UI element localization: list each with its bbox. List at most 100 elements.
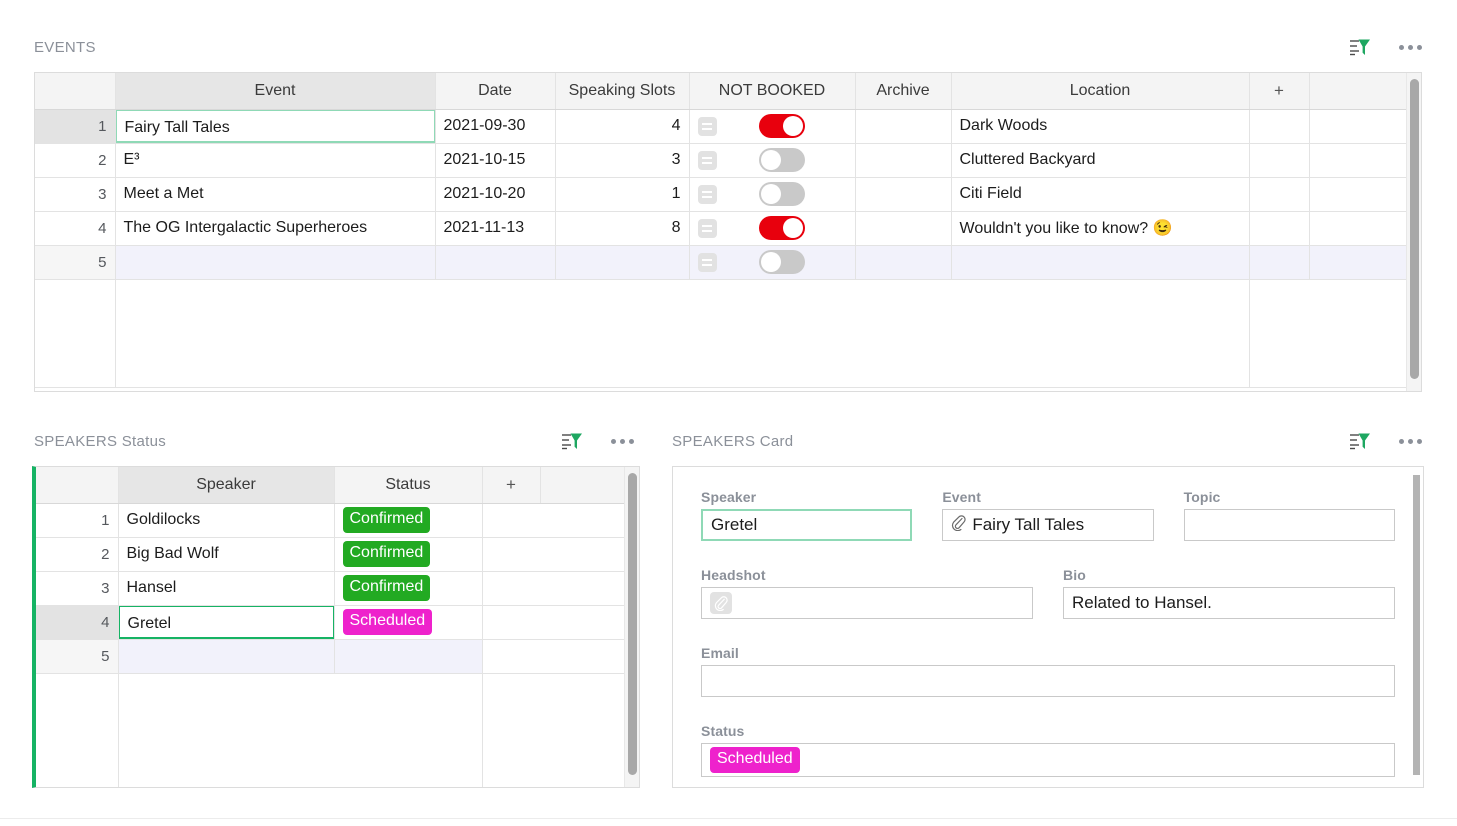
speakers-vertical-scrollbar[interactable]: [624, 467, 639, 787]
events-cell-location[interactable]: Dark Woods: [951, 109, 1249, 143]
speakers-row-number[interactable]: 2: [36, 537, 118, 571]
events-cell-event[interactable]: Meet a Met: [115, 177, 435, 211]
email-input[interactable]: [701, 665, 1395, 697]
table-row[interactable]: 4 Gretel Scheduled: [36, 605, 626, 639]
speakers-row-number[interactable]: 3: [36, 571, 118, 605]
events-cell-date[interactable]: 2021-09-30: [435, 109, 555, 143]
table-row[interactable]: 3 Hansel Confirmed: [36, 571, 626, 605]
events-cell-date[interactable]: [435, 245, 555, 279]
speakers-cell-speaker[interactable]: Goldilocks: [118, 503, 334, 537]
speakers-col-speaker[interactable]: Speaker: [118, 467, 334, 503]
table-row[interactable]: 4 The OG Intergalactic Superheroes 2021-…: [35, 211, 1407, 245]
speakers-cell-status[interactable]: Confirmed: [334, 571, 482, 605]
events-cell-not-booked[interactable]: [689, 245, 855, 279]
events-cell-slots[interactable]: 4: [555, 109, 689, 143]
table-row[interactable]: 3 Meet a Met 2021-10-20 1 Citi Field: [35, 177, 1407, 211]
speakers-cell-speaker-selected[interactable]: Gretel: [118, 605, 334, 639]
table-row[interactable]: 2 Big Bad Wolf Confirmed: [36, 537, 626, 571]
speakers-cell-speaker[interactable]: Big Bad Wolf: [118, 537, 334, 571]
events-cell-archive[interactable]: [855, 109, 951, 143]
events-col-rownum[interactable]: [35, 73, 115, 109]
events-col-not-booked[interactable]: NOT BOOKED: [689, 73, 855, 109]
events-cell-archive[interactable]: [855, 177, 951, 211]
events-cell-not-booked[interactable]: [689, 143, 855, 177]
speakers-row-number[interactable]: 4: [36, 605, 118, 639]
not-booked-toggle[interactable]: [759, 216, 805, 240]
events-cell-event[interactable]: E³: [115, 143, 435, 177]
events-cell-location[interactable]: Cluttered Backyard: [951, 143, 1249, 177]
speakers-cell-status[interactable]: Scheduled: [334, 605, 482, 639]
events-cell-location[interactable]: Wouldn't you like to know? 😉: [951, 211, 1249, 245]
speakers-card[interactable]: Speaker Gretel Event Fairy Tall Tales: [672, 466, 1424, 788]
events-row-number[interactable]: 2: [35, 143, 115, 177]
sort-filter-icon[interactable]: [1349, 431, 1371, 451]
speakers-cell-speaker[interactable]: [118, 639, 334, 673]
sort-filter-icon[interactable]: [1349, 37, 1371, 57]
card-vertical-scrollbar[interactable]: [1409, 467, 1423, 787]
speakers-cell-speaker[interactable]: Hansel: [118, 571, 334, 605]
speakers-row-number[interactable]: 5: [36, 639, 118, 673]
events-cell-date[interactable]: 2021-11-13: [435, 211, 555, 245]
paperclip-icon[interactable]: [710, 592, 732, 614]
table-row-new[interactable]: 5: [36, 639, 626, 673]
events-cell-slots[interactable]: [555, 245, 689, 279]
speakers-add-column-button[interactable]: +: [482, 467, 540, 503]
status-input[interactable]: Scheduled: [701, 743, 1395, 777]
events-cell-location[interactable]: [951, 245, 1249, 279]
events-row-number[interactable]: 5: [35, 245, 115, 279]
events-col-date[interactable]: Date: [435, 73, 555, 109]
events-cell-date[interactable]: 2021-10-20: [435, 177, 555, 211]
events-row-number[interactable]: 3: [35, 177, 115, 211]
table-row[interactable]: 2 E³ 2021-10-15 3 Cluttered Backyard: [35, 143, 1407, 177]
table-row-new[interactable]: 5: [35, 245, 1407, 279]
events-col-event[interactable]: Event: [115, 73, 435, 109]
events-cell-slots[interactable]: 8: [555, 211, 689, 245]
events-add-column-button[interactable]: +: [1249, 73, 1309, 109]
events-cell-location[interactable]: Citi Field: [951, 177, 1249, 211]
events-col-location[interactable]: Location: [951, 73, 1249, 109]
speakers-cell-speaker[interactable]: Gretel: [118, 605, 334, 639]
bio-input[interactable]: Related to Hansel.: [1063, 587, 1395, 619]
speakers-status-grid[interactable]: Speaker Status + 1 Goldilocks Confirmed: [32, 466, 640, 788]
speakers-cell-status[interactable]: [334, 639, 482, 673]
events-cell-archive[interactable]: [855, 143, 951, 177]
speakers-cell-status[interactable]: Confirmed: [334, 537, 482, 571]
more-options-icon[interactable]: [1399, 439, 1422, 444]
not-booked-toggle[interactable]: [759, 148, 805, 172]
speakers-col-status[interactable]: Status: [334, 467, 482, 503]
not-booked-toggle[interactable]: [759, 250, 805, 274]
events-scrollbar-thumb[interactable]: [1410, 79, 1419, 379]
events-cell-event-selected[interactable]: Fairy Tall Tales: [115, 109, 435, 143]
table-row[interactable]: 1 Goldilocks Confirmed: [36, 503, 626, 537]
speaker-input[interactable]: Gretel: [701, 509, 912, 541]
table-row[interactable]: 1 Fairy Tall Tales 2021-09-30 4 Dark Woo…: [35, 109, 1407, 143]
speakers-cell-status[interactable]: Confirmed: [334, 503, 482, 537]
events-cell-slots[interactable]: 3: [555, 143, 689, 177]
events-cell-slots[interactable]: 1: [555, 177, 689, 211]
events-cell-archive[interactable]: [855, 245, 951, 279]
events-cell-event[interactable]: Fairy Tall Tales: [115, 109, 435, 143]
events-cell-date[interactable]: 2021-10-15: [435, 143, 555, 177]
events-cell-archive[interactable]: [855, 211, 951, 245]
not-booked-toggle[interactable]: [759, 182, 805, 206]
events-cell-not-booked[interactable]: [689, 109, 855, 143]
not-booked-toggle[interactable]: [759, 114, 805, 138]
topic-input[interactable]: [1184, 509, 1395, 541]
more-options-icon[interactable]: [611, 439, 634, 444]
speakers-col-rownum[interactable]: [36, 467, 118, 503]
events-cell-not-booked[interactable]: [689, 211, 855, 245]
speakers-row-number[interactable]: 1: [36, 503, 118, 537]
more-options-icon[interactable]: [1399, 45, 1422, 50]
speakers-scrollbar-thumb[interactable]: [628, 473, 637, 775]
events-col-archive[interactable]: Archive: [855, 73, 951, 109]
events-col-speaking-slots[interactable]: Speaking Slots: [555, 73, 689, 109]
events-cell-event[interactable]: [115, 245, 435, 279]
headshot-input[interactable]: [701, 587, 1033, 619]
events-vertical-scrollbar[interactable]: [1406, 73, 1421, 391]
event-input[interactable]: Fairy Tall Tales: [942, 509, 1153, 541]
events-row-number[interactable]: 1: [35, 109, 115, 143]
events-row-number[interactable]: 4: [35, 211, 115, 245]
events-cell-event[interactable]: The OG Intergalactic Superheroes: [115, 211, 435, 245]
sort-filter-icon[interactable]: [561, 431, 583, 451]
events-cell-not-booked[interactable]: [689, 177, 855, 211]
